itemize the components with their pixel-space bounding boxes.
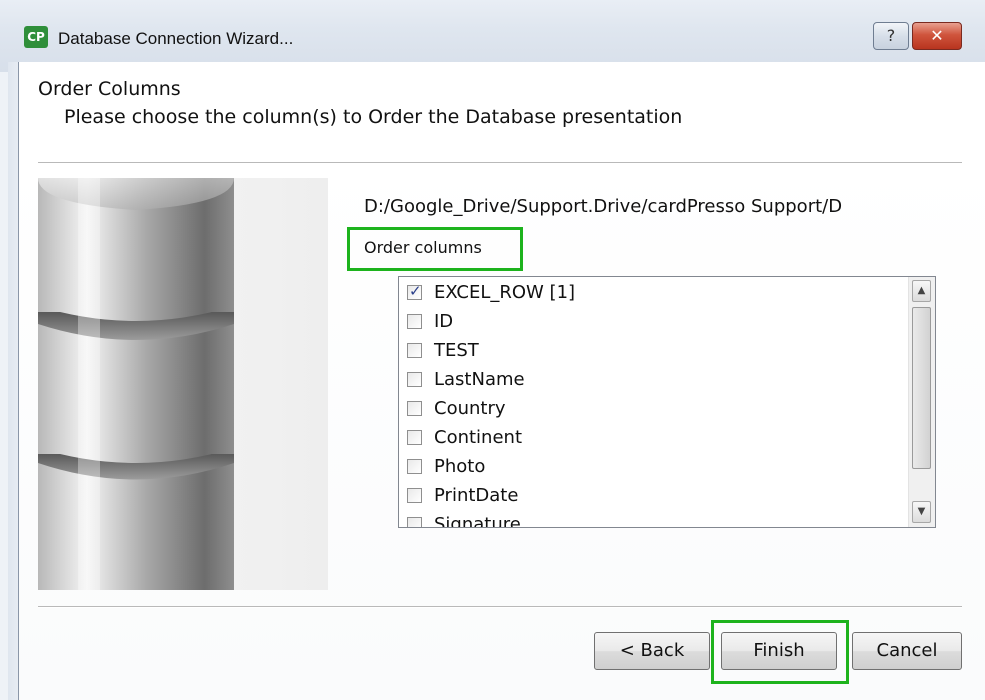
list-item[interactable]: LastName [407, 365, 525, 394]
column-checkbox[interactable] [407, 517, 422, 527]
column-checkbox[interactable] [407, 401, 422, 416]
column-checkbox[interactable] [407, 459, 422, 474]
page-subtitle: Please choose the column(s) to Order the… [64, 106, 683, 128]
list-item[interactable]: Country [407, 394, 506, 423]
list-item[interactable]: ID [407, 307, 453, 336]
column-label: Photo [434, 456, 486, 477]
cancel-button[interactable]: Cancel [852, 632, 962, 670]
column-label: Country [434, 398, 506, 419]
list-scrollbar[interactable]: ▲ ▼ [908, 277, 935, 527]
column-checkbox[interactable] [407, 430, 422, 445]
database-cylinder-image [38, 178, 234, 590]
database-image [38, 178, 328, 590]
column-label: ID [434, 311, 454, 332]
column-label: Signature [434, 514, 521, 528]
page-title: Order Columns [38, 78, 181, 100]
column-checkbox[interactable] [407, 282, 422, 300]
close-button[interactable]: ✕ [912, 22, 962, 50]
scrollbar-thumb[interactable] [912, 307, 931, 469]
column-checkbox[interactable] [407, 488, 422, 503]
footer-divider [38, 606, 962, 608]
header-divider [38, 162, 962, 164]
back-button[interactable]: < Back [594, 632, 710, 670]
column-checkbox[interactable] [407, 343, 422, 358]
order-columns-list[interactable]: EXCEL_ROW [1] ID TEST LastName Country C… [398, 276, 936, 528]
column-checkbox[interactable] [407, 314, 422, 329]
list-item[interactable]: Signature [407, 510, 521, 528]
column-label: TEST [434, 340, 479, 361]
database-path: D:/Google_Drive/Support.Drive/cardPresso… [364, 196, 843, 217]
column-checkbox[interactable] [407, 372, 422, 387]
column-label: Continent [434, 427, 522, 448]
list-item[interactable]: TEST [407, 336, 479, 365]
list-item[interactable]: Photo [407, 452, 485, 481]
list-item[interactable]: PrintDate [407, 481, 518, 510]
app-icon: CP [24, 26, 48, 48]
finish-button[interactable]: Finish [721, 632, 837, 670]
column-label: LastName [434, 369, 525, 390]
window-title: Database Connection Wizard... [58, 29, 294, 48]
list-item[interactable]: EXCEL_ROW [1] [407, 278, 575, 307]
window-frame-left [8, 62, 18, 700]
list-item[interactable]: Continent [407, 423, 522, 452]
column-label: PrintDate [434, 485, 519, 506]
chevron-down-icon[interactable]: ▼ [912, 501, 931, 523]
column-label: EXCEL_ROW [1] [434, 282, 576, 303]
help-button[interactable]: ? [873, 22, 909, 50]
order-columns-label: Order columns [364, 238, 482, 257]
chevron-up-icon[interactable]: ▲ [912, 280, 931, 302]
